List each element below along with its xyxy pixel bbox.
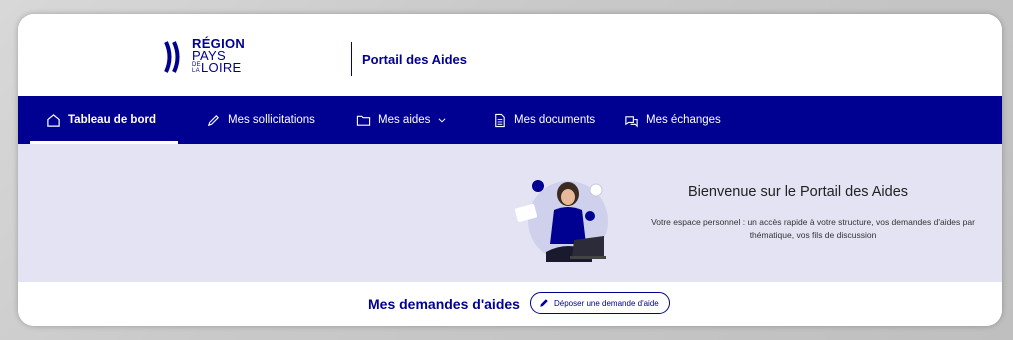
demandes-title: Mes demandes d'aides [368, 296, 520, 312]
logo-line-dela: DE LA [192, 62, 201, 74]
nav-item-mes-sollicitations[interactable]: Mes sollicitations [206, 96, 315, 144]
welcome-banner: Bienvenue sur le Portail des Aides Votre… [18, 144, 1002, 282]
screenshot-frame: RÉGION PAYS DE LALOIRE Portail des Aides… [0, 0, 1013, 340]
deposer-demande-button[interactable]: Déposer une demande d'aide [530, 292, 670, 314]
header-divider [351, 42, 352, 76]
folder-icon [356, 115, 371, 126]
deposer-button-label: Déposer une demande d'aide [554, 298, 659, 308]
nav-label: Mes documents [514, 114, 596, 126]
region-logo-text: RÉGION PAYS DE LALOIRE [192, 37, 245, 75]
welcome-title: Bienvenue sur le Portail des Aides [687, 184, 909, 200]
header: RÉGION PAYS DE LALOIRE Portail des Aides [18, 14, 1002, 96]
portal-title[interactable]: Portail des Aides [362, 52, 467, 67]
nav-label: Mes sollicitations [228, 114, 315, 126]
chat-icon [625, 115, 638, 127]
logo-line-loire: LOIRE [201, 60, 242, 75]
nav-label: Mes échanges [646, 114, 721, 126]
woman-laptop-illustration [514, 180, 608, 262]
nav-item-mes-documents[interactable]: Mes documents [492, 96, 595, 144]
chevron-down-icon [438, 118, 446, 123]
pencil-icon [207, 114, 219, 126]
nav-item-mes-aides[interactable]: Mes aides [356, 96, 447, 144]
pencil-icon [540, 299, 548, 307]
nav-item-tableau-de-bord[interactable]: Tableau de bord [46, 96, 156, 144]
main-nav: Tableau de bord Mes sollicitations Mes a… [18, 96, 1002, 144]
home-icon [47, 113, 60, 127]
nav-label: Tableau de bord [68, 114, 156, 126]
demandes-section: Mes demandes d'aides Déposer une demande… [18, 282, 1002, 326]
portal-window: RÉGION PAYS DE LALOIRE Portail des Aides… [18, 14, 1002, 326]
region-logo-icon[interactable] [164, 40, 186, 74]
nav-label: Mes aides [378, 114, 431, 126]
welcome-description: Votre espace personnel : un accès rapide… [651, 217, 975, 240]
nav-item-mes-echanges[interactable]: Mes échanges [624, 96, 721, 144]
document-icon [495, 113, 505, 127]
